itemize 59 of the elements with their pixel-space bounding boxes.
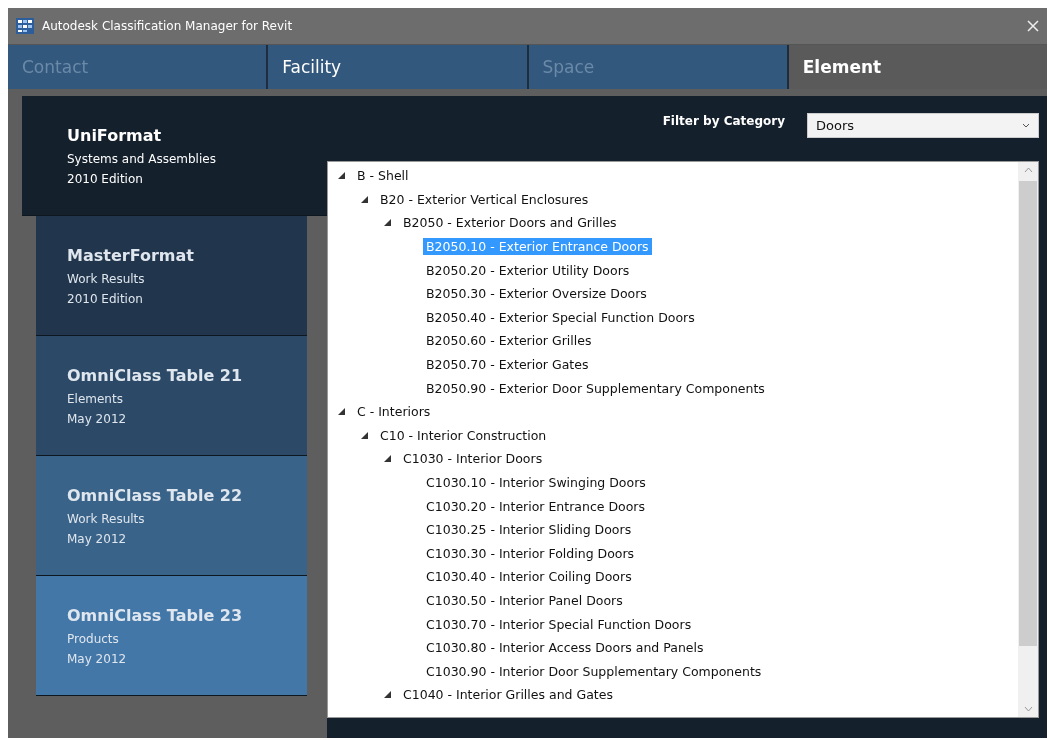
classification-subtitle: Products xyxy=(67,631,120,648)
tree-item[interactable]: C1030.90 - Interior Door Supplementary Components xyxy=(423,662,765,680)
classification-edition: May 2012 xyxy=(67,651,128,668)
classification-item[interactable]: UniFormat Systems and Assemblies 2010 Edition xyxy=(22,96,327,216)
scroll-thumb[interactable] xyxy=(1019,181,1037,646)
classification-item[interactable]: OmniClass Table 21 Elements May 2012 xyxy=(36,336,307,456)
classification-edition: 2010 Edition xyxy=(67,291,144,308)
tree-item[interactable]: C1030.80 - Interior Access Doors and Panels xyxy=(423,639,707,657)
tab[interactable]: Facility xyxy=(268,45,529,89)
expand-triangle-icon[interactable] xyxy=(384,219,391,227)
classification-subtitle: Work Results xyxy=(67,511,146,528)
classification-item[interactable]: OmniClass Table 23 Products May 2012 xyxy=(36,576,307,696)
tree-item[interactable]: B2050 - Exterior Doors and Grilles xyxy=(400,214,620,232)
expand-triangle-icon[interactable] xyxy=(361,431,368,439)
classification-edition: May 2012 xyxy=(67,411,128,428)
classification-title: OmniClass Table 22 xyxy=(67,486,244,505)
tree-item[interactable]: C1040 - Interior Grilles and Gates xyxy=(400,686,616,704)
classification-edition: 2010 Edition xyxy=(67,171,144,188)
chevron-down-icon xyxy=(1022,123,1030,128)
tree-item[interactable]: B2050.90 - Exterior Door Supplementary Components xyxy=(423,379,768,397)
classification-title: OmniClass Table 21 xyxy=(67,366,244,385)
expand-triangle-icon[interactable] xyxy=(384,455,391,463)
tree-item[interactable]: B2050.60 - Exterior Grilles xyxy=(423,332,595,350)
tree-item[interactable]: C1030.50 - Interior Panel Doors xyxy=(423,592,626,609)
tree-item[interactable]: C1030.40 - Interior Coiling Doors xyxy=(423,568,635,586)
app-icon xyxy=(16,18,34,34)
tree-item[interactable]: C1030.30 - Interior Folding Doors xyxy=(423,544,638,562)
expand-triangle-icon[interactable] xyxy=(338,408,345,416)
scrollbar[interactable] xyxy=(1018,162,1038,717)
tree-item[interactable]: C1030 - Interior Doors xyxy=(400,450,546,468)
classification-subtitle: Work Results xyxy=(67,271,146,288)
expand-triangle-icon[interactable] xyxy=(384,691,391,699)
category-dropdown[interactable]: Doors xyxy=(807,113,1039,138)
tree-item[interactable]: B20 - Exterior Vertical Enclosures xyxy=(377,190,592,208)
tree-item[interactable]: B2050.20 - Exterior Utility Doors xyxy=(423,261,633,279)
tree-item[interactable]: C1030.70 - Interior Special Function Doors xyxy=(423,615,695,633)
classification-title: MasterFormat xyxy=(67,246,195,265)
classification-title: UniFormat xyxy=(67,126,163,145)
close-icon[interactable] xyxy=(1027,20,1039,32)
classification-subtitle: Elements xyxy=(67,391,124,408)
window-title: Autodesk Classification Manager for Revit xyxy=(42,19,294,33)
tree-item[interactable]: C1030.10 - Interior Swinging Doors xyxy=(423,474,649,491)
tree-item[interactable]: B - Shell xyxy=(354,167,412,185)
classification-title: OmniClass Table 23 xyxy=(67,606,244,625)
classification-subtitle: Systems and Assemblies xyxy=(67,151,217,168)
tree-item[interactable]: B2050.70 - Exterior Gates xyxy=(423,356,592,374)
tree-item[interactable]: C1030.25 - Interior Sliding Doors xyxy=(423,521,635,539)
expand-triangle-icon[interactable] xyxy=(361,195,368,203)
classification-item[interactable]: OmniClass Table 22 Work Results May 2012 xyxy=(36,456,307,576)
expand-triangle-icon[interactable] xyxy=(338,172,345,180)
tree-item[interactable]: B2050.40 - Exterior Special Function Doors xyxy=(423,308,698,326)
filter-label: Filter by Category xyxy=(662,114,785,128)
tree-item[interactable]: C10 - Interior Construction xyxy=(377,426,550,444)
tab[interactable]: Element xyxy=(788,45,1047,89)
tree-item[interactable]: B2050.30 - Exterior Oversize Doors xyxy=(423,285,650,303)
classification-edition: May 2012 xyxy=(67,531,128,548)
tree-item[interactable]: C - Interiors xyxy=(354,403,434,421)
classification-item[interactable]: MasterFormat Work Results 2010 Edition xyxy=(36,216,307,336)
tree-item[interactable]: C1030.20 - Interior Entrance Doors xyxy=(423,497,648,515)
